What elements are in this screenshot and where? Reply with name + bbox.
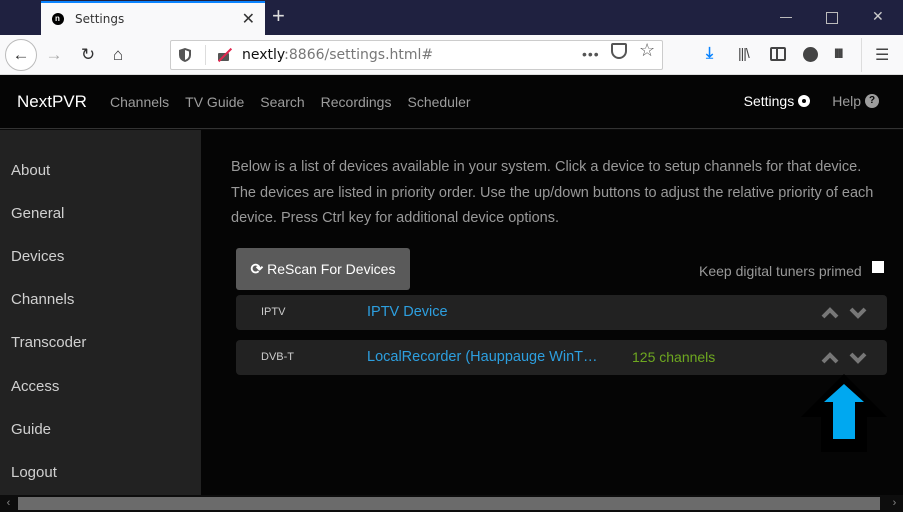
pocket-icon[interactable] [611, 43, 627, 59]
account-icon[interactable] [803, 47, 818, 62]
extensions-icon[interactable]: IIII [834, 45, 843, 61]
device-row[interactable]: DVB-T LocalRecorder (Hauppauge WinTV 8..… [236, 340, 887, 375]
nav-tv-guide[interactable]: TV Guide [185, 94, 244, 110]
devices-intro-text: Below is a list of devices available in … [231, 159, 874, 226]
help-label: Help [832, 93, 861, 109]
move-down-chevron-icon[interactable] [849, 306, 867, 322]
sidebar-item-devices[interactable]: Devices [11, 248, 64, 265]
move-down-chevron-icon[interactable] [849, 351, 867, 367]
keep-primed-checkbox[interactable] [872, 261, 884, 273]
back-button[interactable]: ← [5, 39, 37, 71]
nav-scheduler[interactable]: Scheduler [407, 94, 470, 110]
library-icon[interactable]: |||\ [738, 45, 750, 61]
horizontal-scrollbar[interactable]: ‹ › [0, 495, 903, 512]
device-row[interactable]: IPTV IPTV Device [236, 295, 887, 330]
browser-navbar: ← → ↻ ⌂ nextly:8866/settings.html# ••• ☆… [0, 35, 903, 75]
sidebar-item-guide[interactable]: Guide [11, 421, 51, 438]
close-window-button[interactable]: ✕ [872, 8, 884, 25]
sidebar-item-about[interactable]: About [11, 162, 50, 179]
brand-logo[interactable]: NextPVR [17, 92, 87, 112]
url-host: nextly [242, 47, 285, 63]
nav-help[interactable]: Help ? [832, 93, 879, 109]
app-header: NextPVR Channels TV Guide Search Recordi… [0, 75, 903, 129]
device-name-link[interactable]: IPTV Device [367, 304, 448, 320]
maximize-window-button[interactable] [826, 8, 838, 24]
nav-settings[interactable]: Settings [744, 93, 811, 109]
url-path: :8866/settings.html# [284, 47, 434, 63]
home-button[interactable]: ⌂ [104, 41, 132, 69]
devices-panel: Below is a list of devices available in … [201, 130, 903, 495]
scrollbar-thumb[interactable] [18, 497, 880, 510]
gear-icon [798, 95, 811, 107]
move-up-chevron-icon[interactable] [821, 306, 839, 322]
insecure-lock-icon[interactable] [216, 47, 233, 63]
sidebar-item-channels[interactable]: Channels [11, 291, 74, 308]
bookmark-star-icon[interactable]: ☆ [639, 40, 655, 61]
tracking-protection-shield-icon[interactable] [179, 47, 193, 63]
rescan-label: ReScan For Devices [267, 261, 396, 277]
header-right: Settings Help ? [744, 93, 879, 109]
tab-title: Settings [75, 12, 125, 26]
device-type: DVB-T [261, 351, 294, 363]
url-separator [205, 45, 206, 65]
url-text[interactable]: nextly:8866/settings.html# [242, 47, 433, 63]
nav-search[interactable]: Search [260, 94, 304, 110]
toolbar-divider [861, 38, 862, 72]
device-name-link[interactable]: LocalRecorder (Hauppauge WinTV 8... [367, 349, 607, 365]
settings-label: Settings [743, 93, 795, 109]
scroll-right-arrow-icon[interactable]: › [886, 495, 903, 512]
downloads-icon[interactable]: ⤓ [706, 45, 713, 63]
device-type: IPTV [261, 306, 286, 318]
move-up-chevron-icon[interactable] [821, 351, 839, 367]
device-channel-count: 125 channels [632, 349, 716, 365]
settings-sidebar: About General Devices Channels Transcode… [0, 130, 201, 495]
page-actions-more-icon[interactable]: ••• [582, 46, 600, 62]
sidebar-item-general[interactable]: General [11, 205, 64, 222]
hamburger-menu-icon[interactable]: ☰ [875, 45, 889, 65]
annotation-up-arrow-icon [799, 372, 889, 457]
reload-button[interactable]: ↻ [74, 41, 102, 69]
rescan-devices-button[interactable]: ⟳ ReScan For Devices [236, 248, 410, 290]
nav-channels[interactable]: Channels [110, 94, 169, 110]
browser-tab-settings[interactable]: Settings ✕ [41, 1, 265, 35]
sidebar-item-transcoder[interactable]: Transcoder [11, 334, 86, 351]
nav-recordings[interactable]: Recordings [321, 94, 392, 110]
forward-button[interactable]: → [40, 41, 68, 69]
keep-primed-label: Keep digital tuners primed [699, 263, 862, 279]
question-circle-icon: ? [865, 94, 879, 108]
nextpvr-favicon-icon [52, 13, 64, 25]
new-tab-button[interactable]: + [272, 3, 285, 29]
sidebar-item-access[interactable]: Access [11, 378, 59, 395]
refresh-icon: ⟳ [250, 261, 264, 278]
sidebar-item-logout[interactable]: Logout [11, 464, 57, 481]
browser-titlebar: Settings ✕ + ✕ [0, 0, 903, 35]
sidebar-toggle-icon[interactable] [770, 47, 786, 61]
minimize-window-button[interactable] [780, 8, 792, 18]
tab-close-icon[interactable]: ✕ [242, 9, 255, 29]
top-nav: Channels TV Guide Search Recordings Sche… [110, 94, 487, 110]
scroll-left-arrow-icon[interactable]: ‹ [0, 495, 17, 512]
